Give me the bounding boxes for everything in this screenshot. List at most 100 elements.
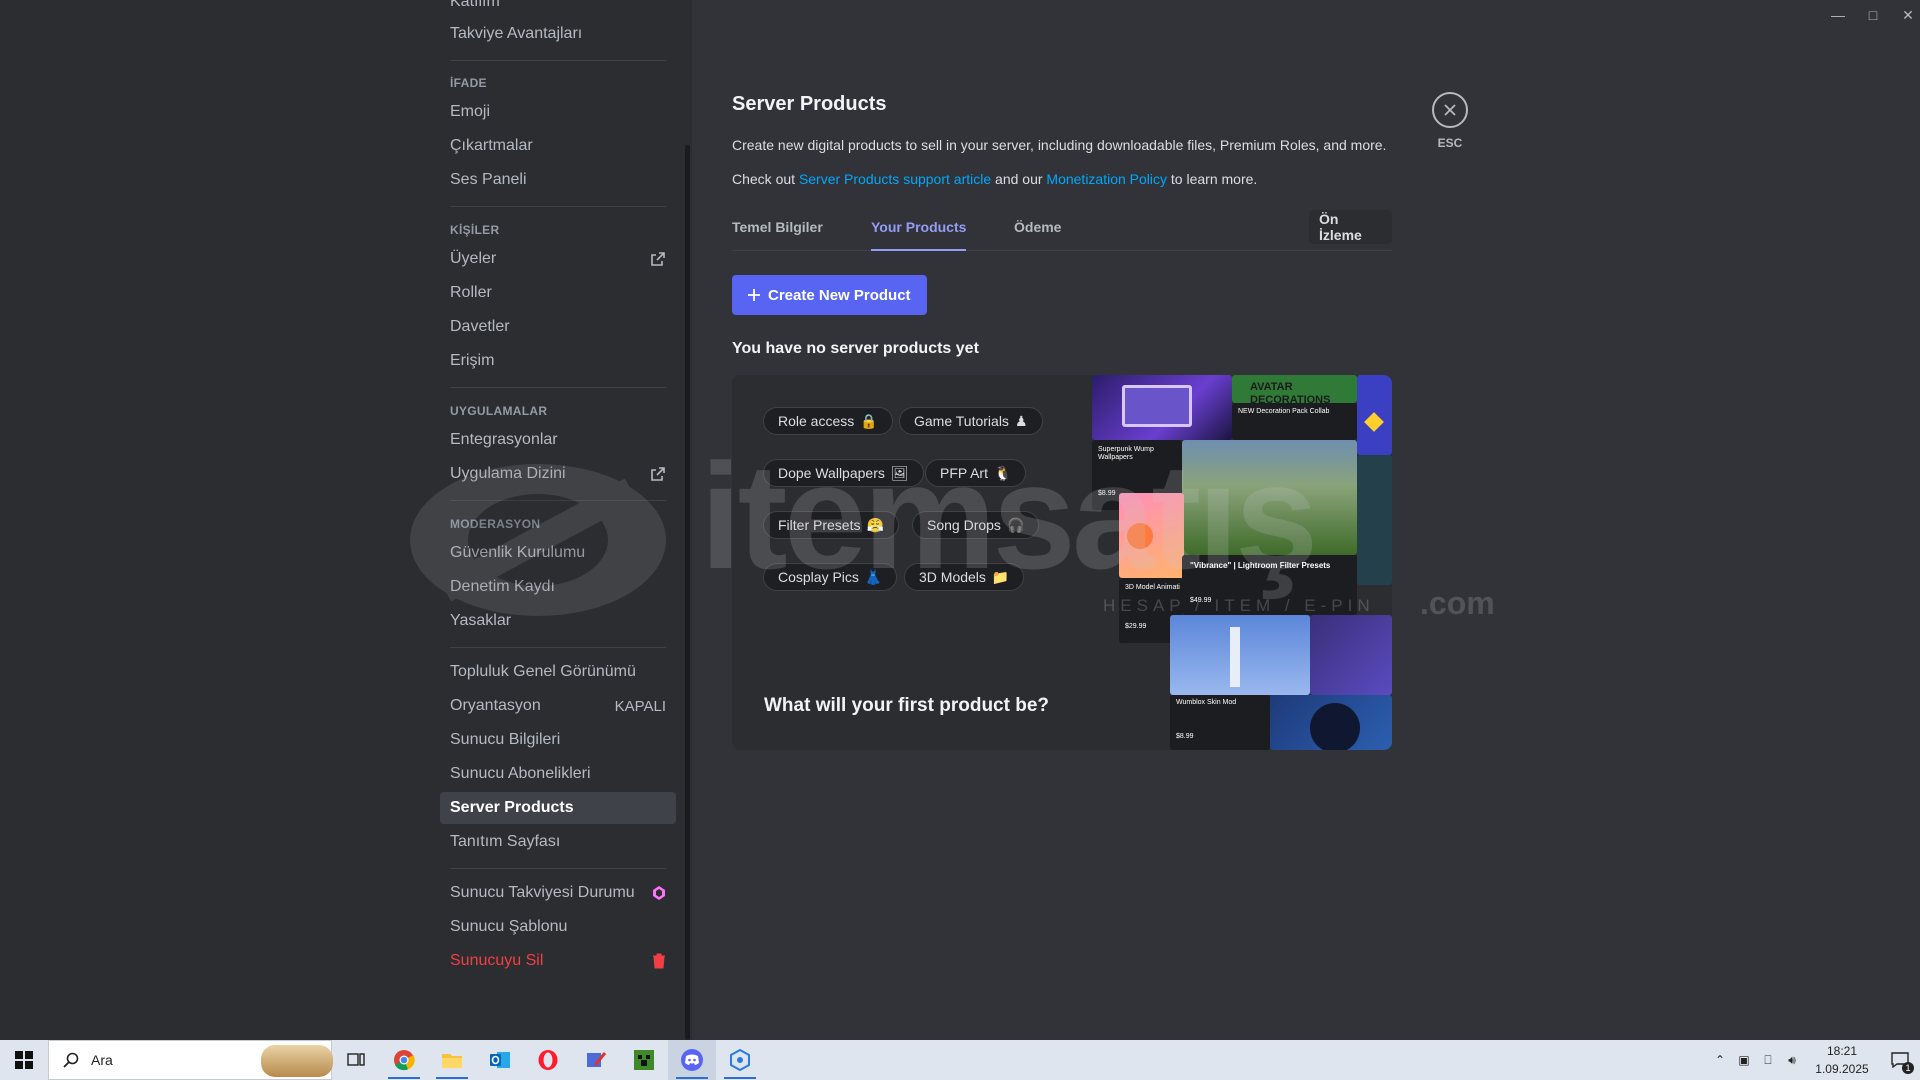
page-title: Server Products [732,93,887,115]
chrome-icon[interactable] [380,1040,428,1080]
sidebar-item-entegrasyonlar[interactable]: Entegrasyonlar [440,424,676,456]
pill-game-tutorials: Game Tutorials ♟ [899,407,1043,435]
sidebar-item-server-products[interactable]: Server Products [440,792,676,824]
collage-tile-teal [1357,455,1392,585]
start-button[interactable] [0,1040,48,1080]
sidebar-item-uygulama-dizini[interactable]: Uygulama Dizini [440,458,676,490]
app-pencil-icon[interactable] [572,1040,620,1080]
search-highlight-image [261,1045,333,1077]
sidebar-item-guvenlik-kurulumu[interactable]: Güvenlik Kurulumu [440,537,676,569]
sidebar-item-takviye-avantajlari[interactable]: Takviye Avantajları [440,18,676,50]
collage-tile-landscape [1182,440,1357,555]
page-description: Create new digital products to sell in y… [732,137,1387,153]
collage-tile-character [1270,695,1392,750]
external-link-icon [650,251,666,267]
network-icon[interactable]: ⎕ [1756,1053,1780,1068]
clock-time: 18:21 [1826,1044,1858,1058]
collage-tile-tutorial [1310,615,1392,695]
pill-dope-wallpapers: Dope Wallpapers 🖼 [763,459,924,487]
checkout-line: Check out Server Products support articl… [732,171,1258,187]
search-placeholder: Ara [91,1052,113,1068]
sidebar-divider [450,206,666,207]
meet-now-icon[interactable]: ▣ [1732,1053,1756,1067]
sidebar-item-tanitim-sayfasi[interactable]: Tanıtım Sayfası [440,826,676,858]
sidebar-item-denetim-kaydi[interactable]: Denetim Kaydı [440,571,676,603]
dress-emoji-icon: 👗 [864,568,883,585]
tab-your-products[interactable]: Your Products [871,219,967,251]
sidebar-divider [450,500,666,501]
sidebar-item-cikartmalar[interactable]: Çıkartmalar [440,130,676,162]
trash-icon [652,953,666,969]
opera-icon[interactable] [524,1040,572,1080]
collage-tile-decoration: NEW Decoration Pack Collab [1232,403,1357,440]
volume-icon[interactable]: 🔊︎ [1780,1053,1804,1068]
picture-emoji-icon: 🖼 [890,464,909,481]
sidebar-item-sunucu-takviyesi-durumu[interactable]: Sunucu Takviyesi Durumu [440,877,676,909]
empty-state-card: Role access 🔒 Game Tutorials ♟ Dope Wallpa… [732,375,1392,750]
discord-icon[interactable] [668,1040,716,1080]
collage-tile-3d-scene [1170,615,1310,695]
sidebar-item-yasaklar[interactable]: Yasaklar [440,605,676,637]
settings-content: Server Products Create new digital produ… [692,0,1920,1040]
sidebar-item-sunucuyu-sil[interactable]: Sunucuyu Sil [440,945,676,977]
collage-tile-vibrance: "Vibrance" | Lightroom Filter Presets $4… [1182,555,1357,615]
sidebar-item-katilim[interactable]: Katılım [440,0,676,18]
collage-tile-avatar: AVATAR DECORATIONS [1232,375,1357,403]
notification-center-button[interactable]: 1 [1880,1040,1920,1080]
sidebar-item-topluluk-genel-gorunumu[interactable]: Topluluk Genel Görünümü [440,656,676,688]
collage-tile-monitor [1092,375,1232,440]
collage-tile-pfp [1119,493,1184,578]
taskbar-search[interactable]: Ara [48,1040,333,1080]
sidebar-item-erisim[interactable]: Erişim [440,345,676,377]
clock[interactable]: 18:21 1.09.2025 [1804,1042,1880,1078]
orange-circle-illustration [1127,523,1153,549]
file-explorer-icon[interactable] [428,1040,476,1080]
close-window-button[interactable]: ✕ [1893,5,1920,25]
headphones-emoji-icon: 🎧 [1006,516,1025,533]
sidebar-item-sunucu-bilgileri[interactable]: Sunucu Bilgileri [440,724,676,756]
close-icon [1444,104,1456,116]
minimize-icon: — [1831,7,1845,23]
sidebar-scrollbar[interactable] [685,145,690,1040]
chess-emoji-icon: ♟ [1014,412,1028,429]
sidebar-item-ses-paneli[interactable]: Ses Paneli [440,164,676,196]
sidebar-divider [450,868,666,869]
character-silhouette [1310,703,1360,750]
create-new-product-button[interactable]: Create New Product [732,275,927,315]
outlook-icon[interactable] [476,1040,524,1080]
preview-button[interactable]: Ön İzleme [1309,210,1392,244]
minecraft-icon[interactable] [620,1040,668,1080]
maximize-button[interactable]: □ [1858,5,1888,25]
plus-icon [748,289,760,301]
sidebar-item-roller[interactable]: Roller [440,277,676,309]
monetization-policy-link[interactable]: Monetization Policy [1046,171,1167,187]
sidebar-item-emoji[interactable]: Emoji [440,96,676,128]
tab-odeme[interactable]: Ödeme [1014,219,1061,249]
esc-label: ESC [1437,136,1463,150]
pill-3d-models: 3D Models 📁 [904,563,1025,591]
minimize-button[interactable]: — [1823,5,1853,25]
tab-temel-bilgiler[interactable]: Temel Bilgiler [732,219,823,249]
discord-window: Katılım Takviye Avantajları İFADE Emoji … [0,0,1920,1040]
sidebar-divider [450,60,666,61]
support-article-link[interactable]: Server Products support article [799,171,991,187]
settings-sidebar-area: Katılım Takviye Avantajları İFADE Emoji … [0,0,692,1040]
card-question: What will your first product be? [764,695,1049,716]
pill-cosplay-pics: Cosplay Pics 👗 [763,563,898,591]
task-view-icon[interactable] [332,1040,380,1080]
section-header-moderasyon: MODERASYON [450,517,541,531]
sidebar-item-uyeler[interactable]: Üyeler [440,243,676,275]
pill-pfp-art: PFP Art 🐧 [925,459,1027,487]
close-button[interactable] [1432,92,1468,128]
pill-filter-presets: Filter Presets 😤 [763,511,899,539]
maximize-icon: □ [1868,7,1878,23]
sidebar-item-davetler[interactable]: Davetler [440,311,676,343]
sidebar-item-sunucu-sablonu[interactable]: Sunucu Şablonu [440,911,676,943]
sidebar-item-sunucu-abonelikleri[interactable]: Sunucu Abonelikleri [440,758,676,790]
section-header-ifade: İFADE [450,76,487,90]
sidebar-item-oryantasyon[interactable]: Oryantasyon KAPALI [440,690,676,722]
chevron-up-icon[interactable]: ⌃ [1708,1053,1732,1067]
itemsatis-app-icon[interactable] [716,1040,764,1080]
monitor-illustration [1122,385,1192,427]
tower-illustration [1230,627,1240,687]
